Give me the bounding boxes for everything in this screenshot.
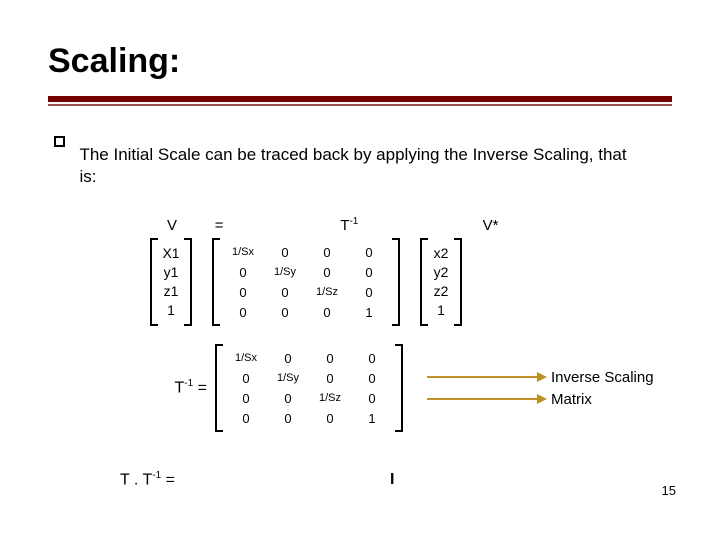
bullet-text: The Initial Scale can be traced back by …	[79, 144, 639, 188]
equation-matrices: X1 y1 z1 1 1/Sx000 01/Sy00 001/Sz0 0001 …	[150, 238, 462, 326]
header-Tinv: T-1	[244, 216, 454, 234]
bullet-square-icon	[54, 136, 65, 147]
bullet-item: The Initial Scale can be traced back by …	[54, 144, 639, 188]
matrix-T-inverse: 1/Sx000 01/Sy00 001/Sz0 0001	[220, 238, 392, 326]
header-V: V	[150, 217, 194, 234]
identity-equation: T . T-1 = I	[120, 470, 460, 489]
bracket-icon	[150, 238, 158, 326]
header-Vstar: V*	[469, 217, 513, 234]
bracket-icon	[420, 238, 428, 326]
bracket-icon	[215, 344, 223, 432]
inverse-matrix-definition: T-1 = 1/Sx000 01/Sy00 001/Sz0 0001 Inver…	[150, 344, 654, 432]
arrow-icon	[427, 394, 547, 404]
bracket-icon	[395, 344, 403, 432]
identity-rhs: I	[390, 471, 394, 489]
vector-Vstar: x2 y2 z2 1	[428, 240, 454, 324]
bracket-icon	[184, 238, 192, 326]
arrow-label-1: Inverse Scaling	[551, 369, 654, 386]
arrow-icon	[427, 372, 547, 382]
arrow-labels: Inverse Scaling Matrix	[427, 366, 654, 410]
bracket-icon	[454, 238, 462, 326]
page-number: 15	[662, 483, 676, 498]
vector-V: X1 y1 z1 1	[158, 240, 184, 324]
bracket-icon	[392, 238, 400, 326]
identity-lhs: T . T-1 =	[120, 470, 240, 489]
slide-title: Scaling:	[48, 42, 180, 81]
label-T-inverse: T-1 =	[150, 378, 215, 397]
matrix-T-inverse-body: 1/Sx000 01/Sy00 001/Sz0 0001	[223, 344, 395, 432]
arrow-label-2: Matrix	[551, 391, 592, 408]
equation-header: V = T-1 V*	[150, 216, 513, 234]
bracket-icon	[212, 238, 220, 326]
title-rule	[48, 96, 672, 106]
header-equals: =	[198, 217, 240, 234]
